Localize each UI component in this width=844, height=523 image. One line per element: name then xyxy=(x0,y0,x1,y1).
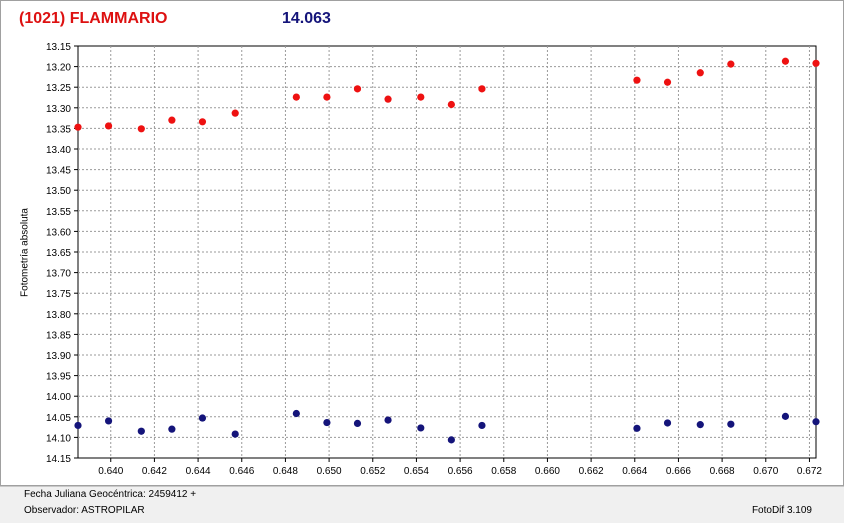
x-tick-label: 0.646 xyxy=(229,466,254,477)
data-point-series-2 xyxy=(727,420,735,428)
x-tick-label: 0.668 xyxy=(710,466,735,477)
y-tick-label: 13.35 xyxy=(46,124,71,135)
x-tick-label: 0.640 xyxy=(98,466,123,477)
data-point-series-1 xyxy=(384,95,392,103)
data-point-series-1 xyxy=(447,100,455,109)
y-tick-label: 13.55 xyxy=(46,207,71,218)
x-tick-label: 0.672 xyxy=(797,466,822,477)
y-tick-label: 13.40 xyxy=(46,145,71,156)
data-point-series-2 xyxy=(292,409,300,418)
observer-label: Observador: ASTROPILAR xyxy=(24,505,145,516)
data-point-series-1 xyxy=(198,118,207,126)
data-point-series-2 xyxy=(384,416,392,424)
y-tick-label: 13.50 xyxy=(46,186,71,197)
data-point-series-1 xyxy=(478,85,486,93)
data-point-series-2 xyxy=(353,419,362,427)
y-tick-label: 13.65 xyxy=(46,248,71,259)
y-tick-label: 13.90 xyxy=(46,351,71,362)
data-point-series-1 xyxy=(727,60,735,68)
data-point-series-2 xyxy=(231,430,239,438)
version-label: FotoDif 3.109 xyxy=(751,505,812,516)
y-tick-label: 13.25 xyxy=(46,83,71,94)
data-point-series-2 xyxy=(323,418,331,427)
x-tick-label: 0.648 xyxy=(273,466,298,477)
data-point-series-2 xyxy=(198,414,207,422)
data-point-series-2 xyxy=(781,412,790,420)
y-tick-label: 13.60 xyxy=(46,227,71,238)
x-tick-label: 0.662 xyxy=(579,466,604,477)
data-point-series-2 xyxy=(478,421,486,430)
x-tick-label: 0.660 xyxy=(535,466,560,477)
y-tick-label: 14.10 xyxy=(46,433,71,444)
data-point-series-1 xyxy=(74,123,82,131)
data-point-series-1 xyxy=(353,85,362,93)
data-point-series-2 xyxy=(137,427,145,435)
y-tick-label: 13.20 xyxy=(46,63,71,74)
y-tick-label: 14.00 xyxy=(46,392,71,403)
data-point-series-1 xyxy=(781,57,790,65)
data-point-series-1 xyxy=(696,69,704,77)
data-point-series-1 xyxy=(137,125,145,133)
x-tick-label: 0.658 xyxy=(491,466,516,477)
data-point-series-2 xyxy=(633,424,641,432)
x-tick-label: 0.644 xyxy=(186,466,211,477)
x-tick-label: 0.656 xyxy=(448,466,473,477)
data-point-series-1 xyxy=(633,76,641,84)
y-tick-label: 13.75 xyxy=(46,289,71,300)
data-point-series-2 xyxy=(104,417,113,425)
y-tick-label: 13.95 xyxy=(46,372,71,383)
x-tick-label: 0.642 xyxy=(142,466,167,477)
y-tick-label: 13.85 xyxy=(46,330,71,341)
status-footer: Fecha Juliana Geocéntrica: 2459412 + Obs… xyxy=(0,486,844,523)
x-tick-label: 0.650 xyxy=(317,466,342,477)
data-point-series-2 xyxy=(417,424,425,432)
data-point-series-1 xyxy=(323,93,331,101)
data-point-series-2 xyxy=(812,418,820,426)
data-point-series-1 xyxy=(231,109,239,117)
x-tick-label: 0.652 xyxy=(360,466,385,477)
data-point-series-2 xyxy=(74,421,82,430)
data-point-series-2 xyxy=(663,419,672,427)
julian-date-label: Fecha Juliana Geocéntrica: 2459412 + xyxy=(24,489,197,500)
y-tick-label: 14.05 xyxy=(46,413,71,424)
data-point-series-2 xyxy=(447,436,455,444)
y-tick-label: 13.80 xyxy=(46,310,71,321)
y-tick-label: 13.30 xyxy=(46,104,71,115)
grid-layer xyxy=(77,45,817,459)
y-tick-label: 13.45 xyxy=(46,166,71,177)
x-tick-label: 0.654 xyxy=(404,466,429,477)
x-tick-label: 0.666 xyxy=(666,466,691,477)
x-tick-label: 0.664 xyxy=(622,466,647,477)
data-point-series-1 xyxy=(663,78,672,86)
y-tick-label: 13.70 xyxy=(46,269,71,280)
data-point-series-1 xyxy=(417,93,425,101)
y-tick-label: 14.15 xyxy=(46,454,71,465)
data-point-series-1 xyxy=(168,116,176,124)
data-point-series-2 xyxy=(696,421,704,429)
scatter-plot: 13.15 13.20 13.25 13.30 13.35 13.40 13.45 13.50… xyxy=(46,42,822,477)
data-point-series-1 xyxy=(812,59,820,67)
data-point-series-1 xyxy=(292,93,300,101)
data-point-series-1 xyxy=(104,122,113,130)
y-tick-label: 13.15 xyxy=(46,42,71,53)
x-tick-label: 0.670 xyxy=(753,466,778,477)
data-point-series-2 xyxy=(168,425,176,433)
